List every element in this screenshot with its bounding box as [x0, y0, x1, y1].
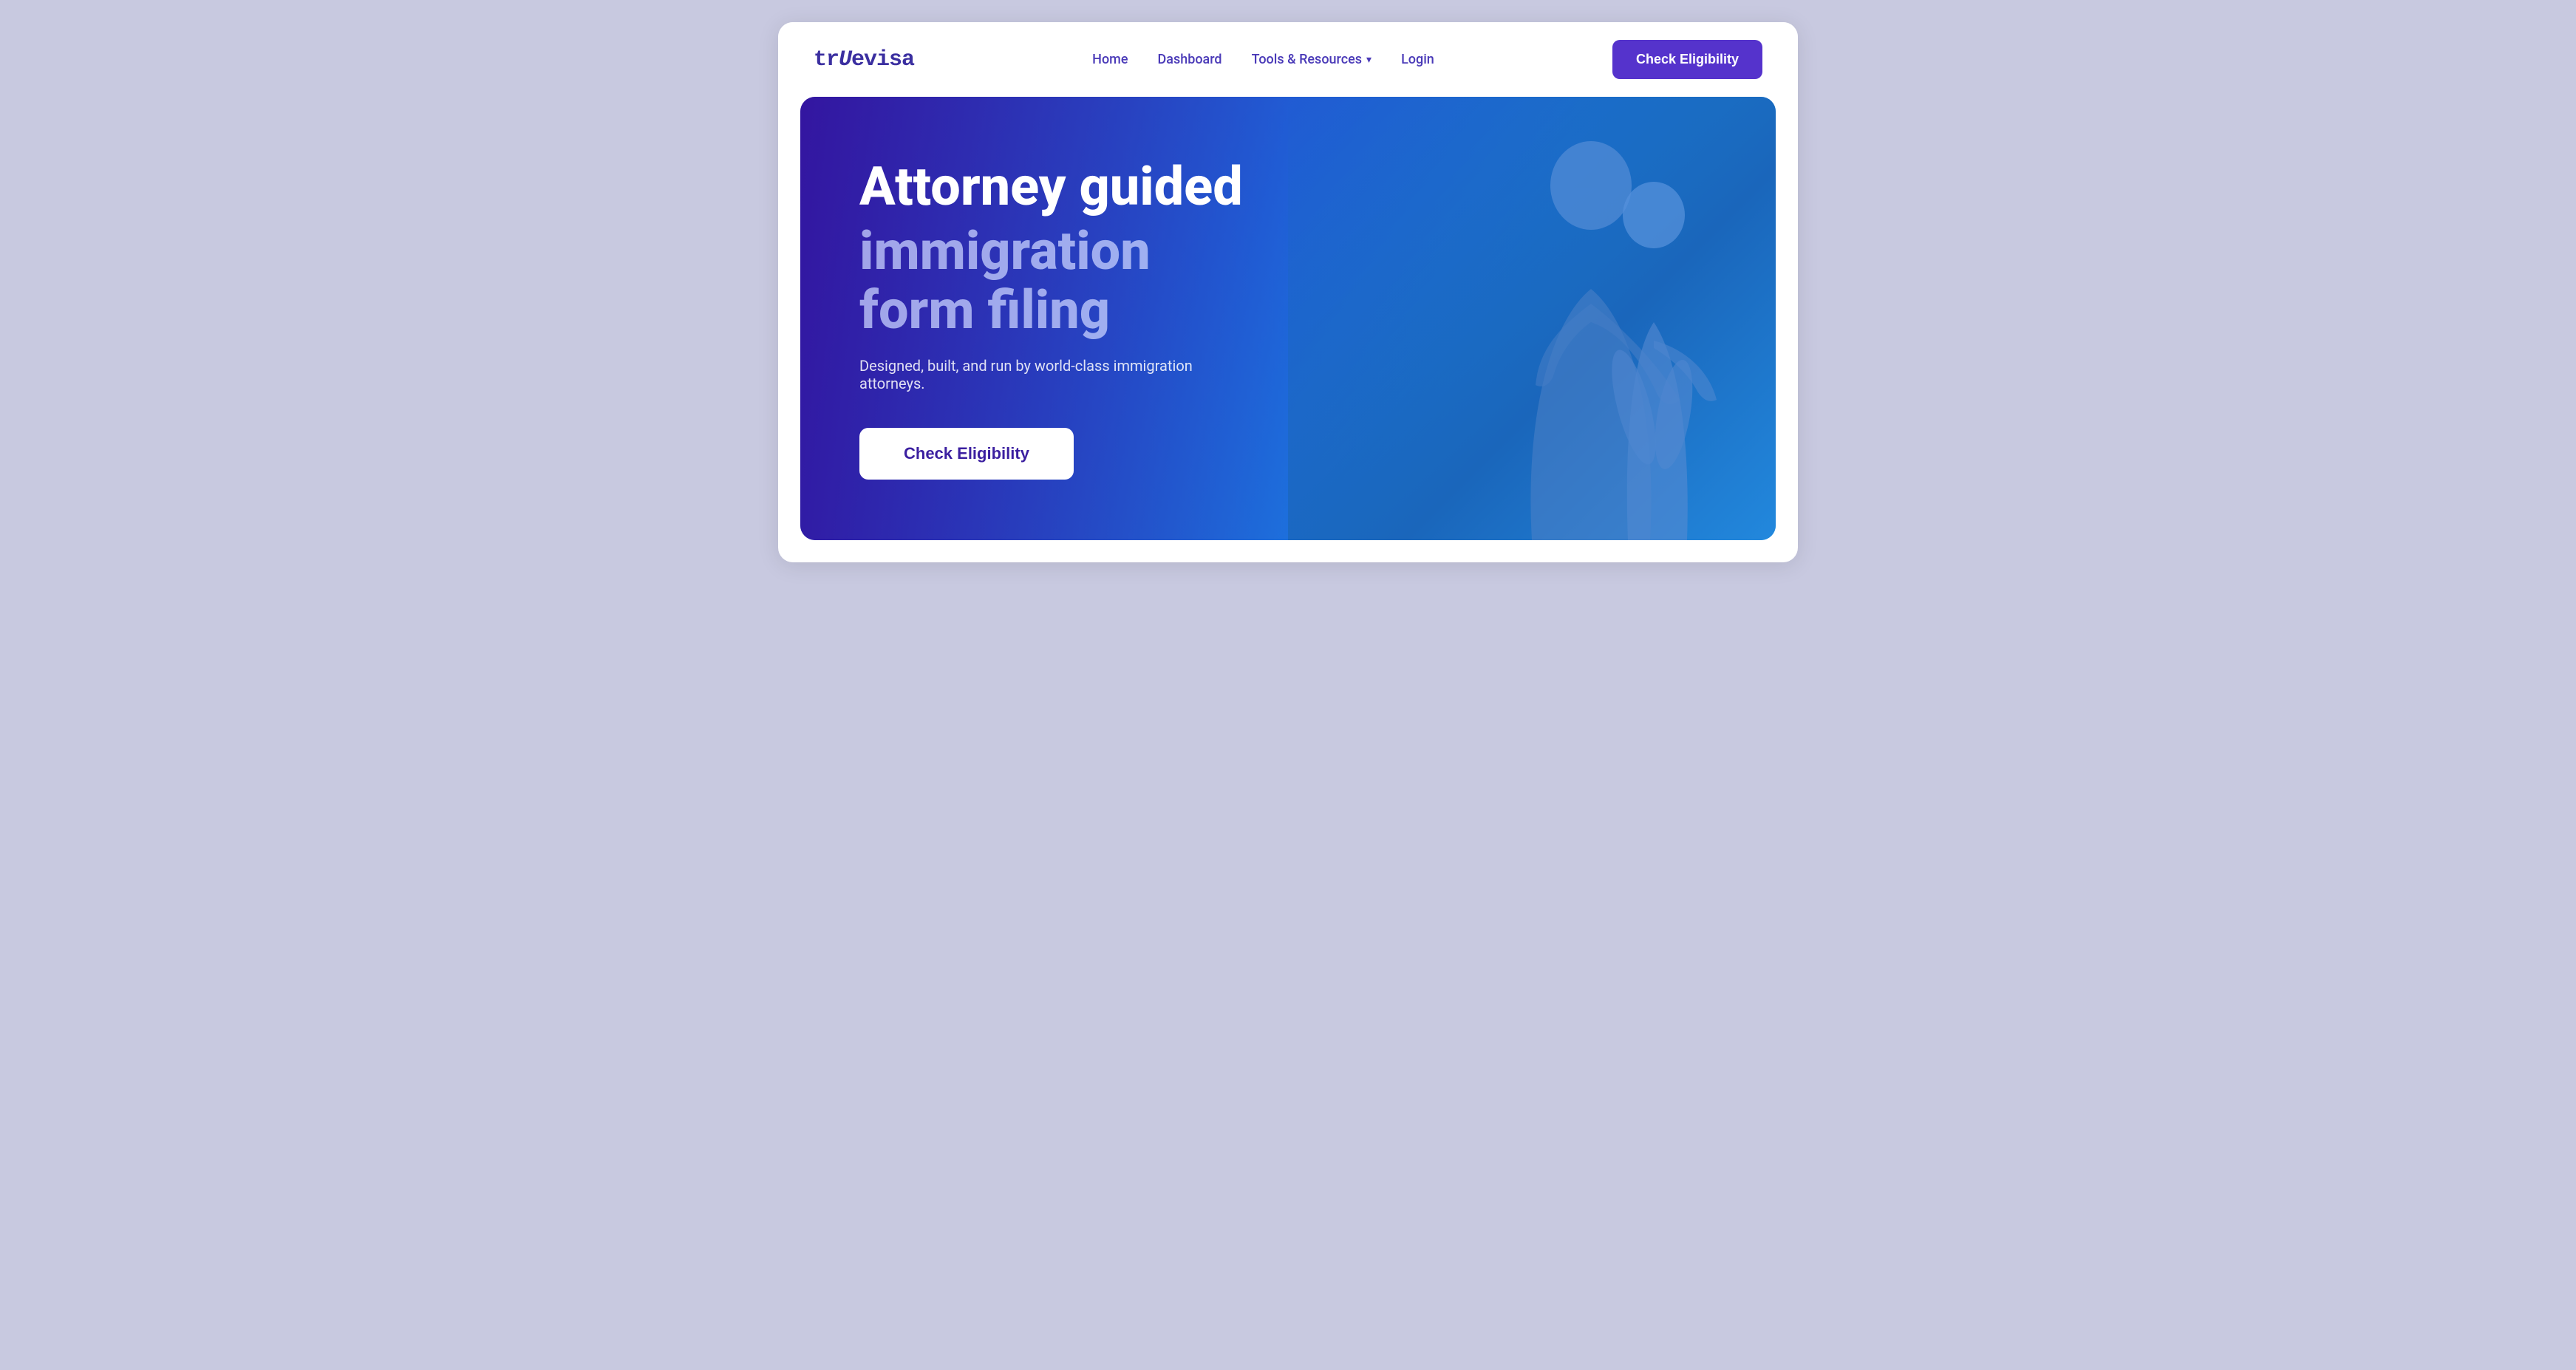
header-check-eligibility-button[interactable]: Check Eligibility — [1612, 40, 1762, 79]
nav-tools-resources-label: Tools & Resources — [1252, 52, 1362, 67]
logo-text: trUevisa — [814, 47, 914, 72]
nav-tools-resources[interactable]: Tools & Resources ▾ — [1252, 52, 1372, 67]
page-wrapper: trUevisa Home Dashboard Tools & Resource… — [778, 22, 1798, 562]
hero-title-line1: Attorney guided — [859, 157, 1258, 216]
chevron-down-icon: ▾ — [1366, 54, 1372, 66]
header: trUevisa Home Dashboard Tools & Resource… — [778, 22, 1798, 97]
nav-dashboard[interactable]: Dashboard — [1157, 52, 1221, 67]
logo-tru: tr — [814, 47, 839, 72]
logo-u: U — [839, 47, 851, 72]
hero-description: Designed, built, and run by world-class … — [859, 357, 1258, 392]
hero-silhouette-svg — [1465, 112, 1746, 540]
hero-content: Attorney guided immigration form filing … — [800, 98, 1318, 539]
main-nav: Home Dashboard Tools & Resources ▾ Login — [1092, 52, 1434, 67]
hero-photo-inner — [1288, 97, 1776, 540]
hero-photo-area — [1288, 97, 1776, 540]
logo-evisa: evisa — [851, 47, 914, 72]
hero-title-line2: immigration form filing — [859, 222, 1258, 338]
logo: trUevisa — [814, 47, 914, 72]
hero-section: Attorney guided immigration form filing … — [800, 97, 1776, 540]
nav-home[interactable]: Home — [1092, 52, 1128, 67]
hero-check-eligibility-button[interactable]: Check Eligibility — [859, 428, 1074, 480]
nav-login[interactable]: Login — [1401, 52, 1434, 67]
